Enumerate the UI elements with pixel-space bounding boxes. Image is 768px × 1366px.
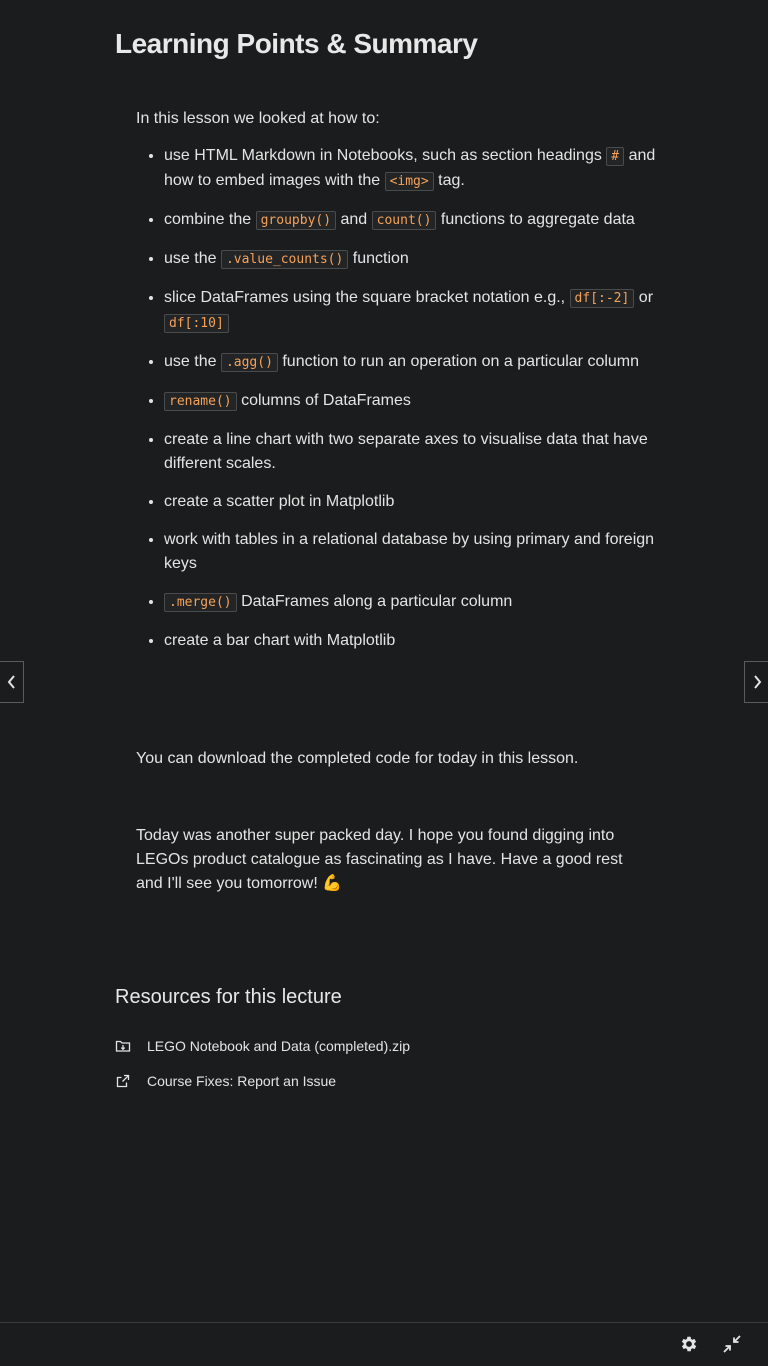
code-snippet: rename(): [164, 392, 237, 411]
code-snippet: count(): [371, 211, 437, 230]
gear-icon: [681, 1336, 697, 1352]
next-lecture-button[interactable]: [744, 661, 768, 703]
code-snippet: .value_counts(): [220, 250, 349, 269]
list-item: use HTML Markdown in Notebooks, such as …: [164, 144, 664, 194]
code-snippet: <img>: [384, 172, 434, 191]
list-item: use the .value_counts() function: [164, 247, 664, 272]
code-snippet: .merge(): [164, 593, 237, 612]
learning-points-list: use HTML Markdown in Notebooks, such as …: [136, 144, 664, 667]
player-footer: [0, 1322, 768, 1366]
lead-text: In this lesson we looked at how to:: [136, 110, 380, 127]
resources-title: Resources for this lecture: [115, 986, 342, 1008]
closing-text: Today was another super packed day. I ho…: [136, 827, 623, 892]
settings-button[interactable]: [678, 1333, 700, 1355]
code-snippet: .agg(): [220, 353, 278, 372]
code-snippet: df[:-2]: [569, 289, 635, 308]
external-link-icon: [116, 1074, 130, 1088]
list-item: rename() columns of DataFrames: [164, 389, 664, 414]
code-snippet: #: [606, 147, 625, 166]
list-item: work with tables in a relational databas…: [164, 528, 664, 576]
code-snippet: groupby(): [255, 211, 337, 230]
resource-label: Course Fixes: Report an Issue: [147, 1073, 337, 1089]
folder-download-icon: [115, 1040, 131, 1052]
list-item: use the .agg() function to run an operat…: [164, 350, 664, 375]
list-item: slice DataFrames using the square bracke…: [164, 286, 664, 336]
chevron-right-icon: [753, 675, 761, 689]
exit-fullscreen-button[interactable]: [721, 1333, 743, 1355]
list-item: combine the groupby() and count() functi…: [164, 208, 664, 233]
list-item: create a scatter plot in Matplotlib: [164, 490, 664, 514]
code-snippet: df[:10]: [164, 314, 229, 333]
download-text: You can download the completed code for …: [136, 750, 579, 767]
resource-link-report-issue[interactable]: Course Fixes: Report an Issue: [115, 1073, 336, 1089]
resource-label: LEGO Notebook and Data (completed).zip: [147, 1038, 411, 1054]
list-item: .merge() DataFrames along a particular c…: [164, 590, 664, 615]
list-item: create a bar chart with Matplotlib: [164, 629, 664, 653]
previous-lecture-button[interactable]: [0, 661, 24, 703]
chevron-left-icon: [7, 675, 15, 689]
list-item: create a line chart with two separate ax…: [164, 428, 664, 476]
resource-link-zip[interactable]: LEGO Notebook and Data (completed).zip: [115, 1038, 410, 1054]
collapse-icon: [723, 1335, 741, 1353]
page-title: Learning Points & Summary: [115, 28, 478, 59]
